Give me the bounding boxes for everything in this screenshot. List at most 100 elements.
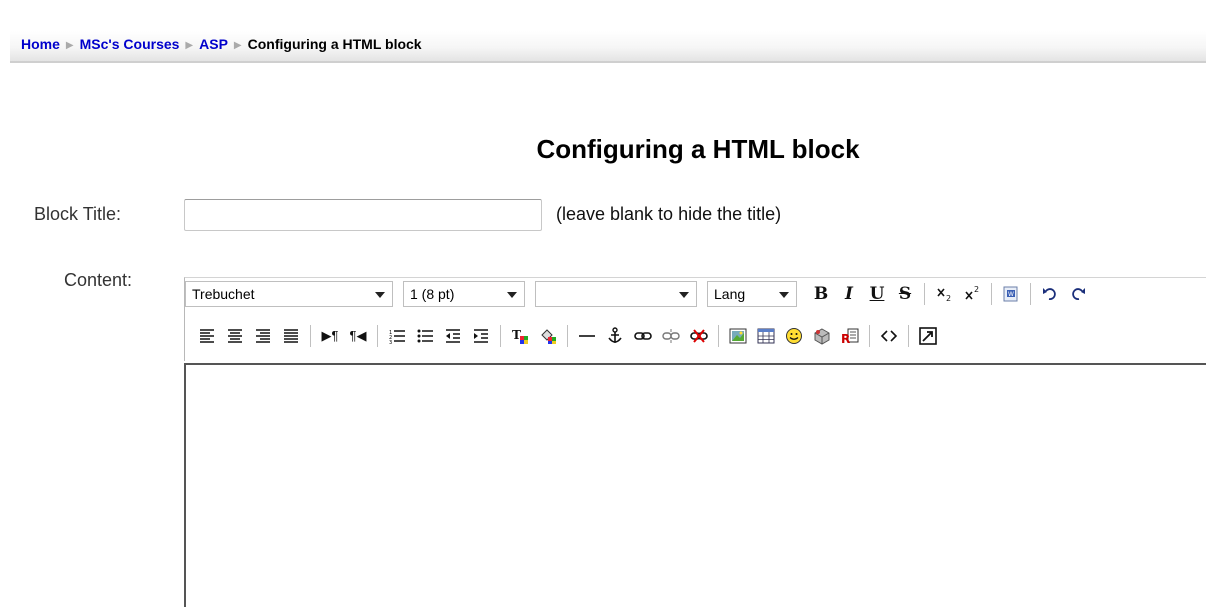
- rtl-button[interactable]: ¶◀: [344, 322, 372, 350]
- font-family-select[interactable]: Trebuchet: [185, 281, 393, 307]
- fullscreen-button[interactable]: [914, 322, 942, 350]
- ordered-list-icon: 123: [389, 330, 405, 344]
- align-right-icon: [256, 329, 270, 343]
- svg-text:R: R: [841, 332, 850, 345]
- unlink-icon: [662, 329, 680, 343]
- toolbar-separator: [567, 325, 568, 347]
- anchor-icon: [608, 327, 622, 343]
- toolbar-separator: [310, 325, 311, 347]
- align-left-button[interactable]: [193, 322, 221, 350]
- media-icon: [814, 328, 830, 345]
- toolbar-separator: [718, 325, 719, 347]
- svg-text:W: W: [1008, 291, 1014, 298]
- svg-text:2: 2: [974, 285, 979, 294]
- breadcrumb-asp-link[interactable]: ASP: [199, 36, 228, 52]
- insert-link-button[interactable]: [629, 322, 657, 350]
- toolbar-separator: [991, 283, 992, 305]
- chevron-down-icon: [507, 292, 517, 298]
- horizontal-rule-button[interactable]: [573, 322, 601, 350]
- paint-bucket-icon: [541, 329, 556, 344]
- indent-icon: [474, 329, 488, 343]
- heading-select[interactable]: [535, 281, 697, 307]
- unordered-list-button[interactable]: [411, 322, 439, 350]
- insert-media-button[interactable]: [808, 322, 836, 350]
- insert-image-button[interactable]: [724, 322, 752, 350]
- breadcrumb-separator-icon: ▶: [185, 40, 194, 51]
- nolink-icon: [690, 329, 708, 343]
- ltr-button[interactable]: ▶¶: [316, 322, 344, 350]
- fullscreen-icon: [919, 327, 937, 345]
- justify-icon: [284, 329, 298, 343]
- paste-word-button[interactable]: W: [997, 280, 1025, 308]
- chevron-down-icon: [375, 292, 385, 298]
- chevron-down-icon: [779, 292, 789, 298]
- toolbar-separator: [500, 325, 501, 347]
- breadcrumb-separator-icon: ▶: [233, 40, 242, 51]
- superscript-icon: 2: [965, 285, 979, 300]
- editor-toolbar: Trebuchet 1 (8 pt) Lang B I U S 2 2 W ▶¶…: [184, 277, 1206, 361]
- subscript-icon: 2: [937, 288, 951, 303]
- code-icon: [880, 330, 898, 342]
- breadcrumb-home-link[interactable]: Home: [21, 36, 60, 52]
- unlink-button[interactable]: [657, 322, 685, 350]
- table-icon: [757, 328, 775, 344]
- chevron-down-icon: [679, 292, 689, 298]
- anchor-button[interactable]: [601, 322, 629, 350]
- underline-button[interactable]: U: [863, 280, 891, 308]
- paste-word-icon: W: [1003, 286, 1018, 302]
- toolbar-row-1: Trebuchet 1 (8 pt) Lang B I U S 2 2 W: [185, 279, 1092, 309]
- horizontal-rule-icon: [579, 335, 595, 337]
- breadcrumb-current: Configuring a HTML block: [247, 36, 422, 52]
- svg-text:2: 2: [946, 294, 951, 303]
- font-size-select[interactable]: 1 (8 pt): [403, 281, 525, 307]
- content-label: Content:: [64, 270, 133, 290]
- toolbar-separator: [377, 325, 378, 347]
- outdent-button[interactable]: [439, 322, 467, 350]
- rtl-icon: ¶◀: [349, 328, 367, 343]
- text-color-button[interactable]: T: [506, 322, 534, 350]
- breadcrumb: Home ▶ MSc's Courses ▶ ASP ▶ Configuring a HTM…: [21, 36, 422, 52]
- font-size-value: 1 (8 pt): [410, 286, 455, 302]
- toolbar-separator: [908, 325, 909, 347]
- ordered-list-button[interactable]: 123: [383, 322, 411, 350]
- redo-button[interactable]: [1064, 280, 1092, 308]
- outdent-icon: [446, 329, 460, 343]
- font-family-value: Trebuchet: [192, 286, 255, 302]
- undo-button[interactable]: [1036, 280, 1064, 308]
- svg-text:T: T: [512, 328, 521, 342]
- justify-button[interactable]: [277, 322, 305, 350]
- page-title: Configuring a HTML block: [536, 133, 860, 164]
- smiley-icon: [786, 328, 802, 344]
- navbar: Home ▶ MSc's Courses ▶ ASP ▶ Configuring a HTM…: [10, 31, 1206, 63]
- redo-icon: [1072, 288, 1085, 300]
- lang-select[interactable]: Lang: [707, 281, 797, 307]
- insert-smiley-button[interactable]: [780, 322, 808, 350]
- italic-button[interactable]: I: [835, 280, 863, 308]
- block-title-input[interactable]: [184, 199, 542, 231]
- block-title-label: Block Title:: [34, 204, 122, 224]
- align-center-button[interactable]: [221, 322, 249, 350]
- bold-button[interactable]: B: [807, 280, 835, 308]
- align-right-button[interactable]: [249, 322, 277, 350]
- align-center-icon: [228, 329, 242, 343]
- subscript-button[interactable]: 2: [930, 280, 958, 308]
- superscript-button[interactable]: 2: [958, 280, 986, 308]
- html-source-button[interactable]: [875, 322, 903, 350]
- text-color-icon: T: [512, 328, 528, 344]
- no-link-button[interactable]: [685, 322, 713, 350]
- breadcrumb-separator-icon: ▶: [65, 40, 74, 51]
- search-replace-icon: R: [841, 328, 859, 345]
- insert-table-button[interactable]: [752, 322, 780, 350]
- image-icon: [729, 328, 747, 344]
- toolbar-row-2: ▶¶ ¶◀ 123 T R: [193, 321, 942, 351]
- indent-button[interactable]: [467, 322, 495, 350]
- search-replace-button[interactable]: R: [836, 322, 864, 350]
- unordered-list-icon: [417, 329, 433, 343]
- align-left-icon: [200, 329, 214, 343]
- background-color-button[interactable]: [534, 322, 562, 350]
- content-editor[interactable]: [184, 363, 1206, 607]
- lang-value: Lang: [714, 286, 746, 302]
- strikethrough-button[interactable]: S: [891, 280, 919, 308]
- breadcrumb-courses-link[interactable]: MSc's Courses: [80, 36, 180, 52]
- toolbar-separator: [869, 325, 870, 347]
